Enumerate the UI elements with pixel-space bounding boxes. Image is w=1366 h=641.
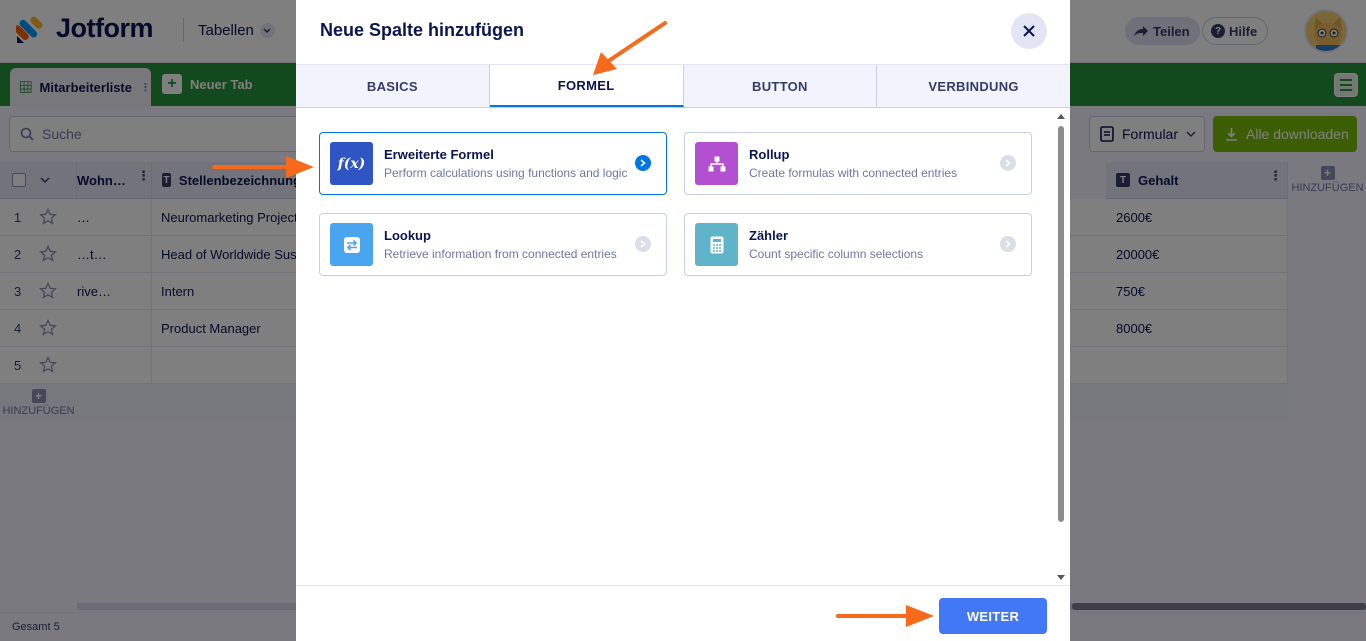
scrollbar-thumb[interactable] — [1058, 126, 1064, 522]
option-description: Retrieve information from connected entr… — [384, 247, 617, 261]
modal-tabs: BASICS FORMEL BUTTON VERBINDUNG — [296, 64, 1070, 108]
hierarchy-icon — [695, 142, 738, 185]
scroll-up-icon[interactable] — [1057, 114, 1065, 119]
chevron-right-icon — [1000, 155, 1016, 171]
annotation-arrow-icon — [836, 605, 934, 627]
annotation-arrow-icon — [593, 21, 667, 75]
option-zaehler[interactable]: Zähler Count specific column selections — [684, 213, 1032, 276]
close-icon — [1023, 25, 1035, 37]
scroll-down-icon[interactable] — [1057, 575, 1065, 580]
option-description: Count specific column selections — [749, 247, 924, 261]
chevron-right-icon — [635, 236, 651, 252]
option-title: Erweiterte Formel — [384, 147, 494, 162]
tab-button[interactable]: BUTTON — [683, 65, 878, 107]
option-title: Zähler — [749, 228, 789, 243]
option-rollup[interactable]: Rollup Create formulas with connected en… — [684, 132, 1032, 195]
modal-footer: WEITER — [296, 585, 1070, 641]
annotation-arrow-icon — [212, 156, 314, 178]
close-button[interactable] — [1011, 13, 1047, 49]
vertical-scrollbar[interactable] — [1056, 114, 1066, 580]
tab-basics[interactable]: BASICS — [296, 65, 490, 107]
tab-verbindung[interactable]: VERBINDUNG — [877, 65, 1070, 107]
option-lookup[interactable]: Lookup Retrieve information from connect… — [319, 213, 667, 276]
option-description: Create formulas with connected entries — [749, 166, 958, 180]
swap-icon — [330, 223, 373, 266]
chevron-right-icon — [1000, 236, 1016, 252]
chevron-right-icon — [635, 155, 651, 171]
modal-body: f(x) Erweiterte Formel Perform calculati… — [296, 108, 1070, 585]
option-description: Perform calculations using functions and… — [384, 166, 628, 180]
function-icon: f(x) — [330, 142, 373, 185]
option-title: Lookup — [384, 228, 431, 243]
add-column-modal: Neue Spalte hinzufügen BASICS FORMEL BUT… — [296, 0, 1070, 641]
option-title: Rollup — [749, 147, 790, 162]
next-button[interactable]: WEITER — [939, 598, 1047, 634]
modal-title: Neue Spalte hinzufügen — [320, 20, 525, 40]
calculator-icon — [695, 223, 738, 266]
option-erweiterte-formel[interactable]: f(x) Erweiterte Formel Perform calculati… — [319, 132, 667, 195]
